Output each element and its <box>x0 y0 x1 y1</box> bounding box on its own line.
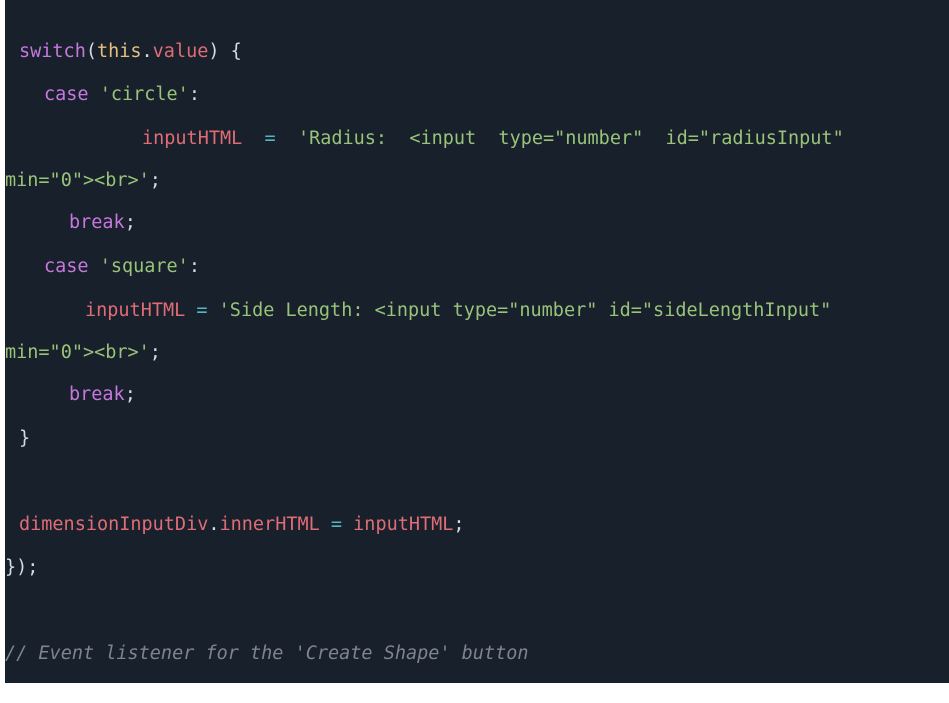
code-token-var: dimensionInputDiv <box>19 514 209 535</box>
code-token-string: 'Radius: <input type="number" id="radius… <box>297 128 844 149</box>
code-line: } <box>19 427 30 451</box>
code-line: break; <box>69 211 136 235</box>
code-token-var: inputHTML <box>142 128 243 149</box>
code-line: switch(this.value) { <box>19 40 242 64</box>
code-token-punct: }); <box>5 557 39 578</box>
code-token-string: 'Side Length: <input type="number" id="s… <box>218 300 832 321</box>
code-token-op: = <box>196 300 208 321</box>
code-line: min="0"><br>'; <box>5 169 161 193</box>
code-token-var: inputHTML <box>353 514 454 535</box>
code-token-punct: } <box>19 428 31 449</box>
code-token-punct: . <box>141 41 153 62</box>
code-token-punct <box>242 128 264 149</box>
code-token-punct <box>320 514 331 535</box>
code-token-punct: ) { <box>208 41 242 62</box>
code-token-comment: // Event listener for the 'Create Shape'… <box>5 643 529 664</box>
code-line: inputHTML = 'Side Length: <input type="n… <box>85 299 831 323</box>
code-token-punct: . <box>208 514 220 535</box>
code-block: switch(this.value) { case 'circle': inpu… <box>5 0 949 683</box>
code-token-punct <box>185 300 196 321</box>
code-token-string: 'square' <box>99 256 189 277</box>
code-line: }); <box>5 556 38 580</box>
code-token-punct: ; <box>453 514 465 535</box>
code-token-op: = <box>330 514 343 535</box>
code-token-string: 'circle' <box>99 84 189 105</box>
code-token-punct <box>89 84 100 105</box>
code-token-punct <box>208 300 219 321</box>
code-token-keyword: switch <box>19 41 86 62</box>
code-token-punct: : <box>188 256 200 277</box>
code-token-var: inputHTML <box>85 300 186 321</box>
code-token-punct: ; <box>149 170 161 191</box>
code-line: case 'square': <box>44 255 200 279</box>
code-line: min="0"><br>'; <box>5 341 161 365</box>
code-line: break; <box>69 383 136 407</box>
code-token-var: innerHTML <box>219 514 320 535</box>
code-token-punct <box>342 514 353 535</box>
code-line: inputHTML = 'Radius: <input type="number… <box>142 127 844 151</box>
code-token-punct <box>89 256 100 277</box>
code-token-punct: ( <box>85 41 97 62</box>
code-token-op: = <box>264 128 276 149</box>
code-token-punct: ; <box>149 342 161 363</box>
code-token-keyword: break <box>69 212 125 233</box>
code-line: dimensionInputDiv.innerHTML = inputHTML; <box>19 513 465 537</box>
code-line: // Event listener for the 'Create Shape'… <box>5 642 528 666</box>
code-token-punct: ; <box>124 212 136 233</box>
code-token-keyword: case <box>44 84 89 105</box>
code-token-string: min="0"><br>' <box>5 342 150 363</box>
code-token-string: min="0"><br>' <box>5 170 150 191</box>
code-token-punct: ; <box>124 384 136 405</box>
code-token-var: value <box>152 41 209 62</box>
code-token-this: this <box>96 41 142 62</box>
code-token-keyword: break <box>69 384 125 405</box>
code-token-punct: : <box>188 84 200 105</box>
code-line: case 'circle': <box>44 83 200 107</box>
code-token-punct <box>276 128 298 149</box>
code-token-keyword: case <box>44 256 89 277</box>
